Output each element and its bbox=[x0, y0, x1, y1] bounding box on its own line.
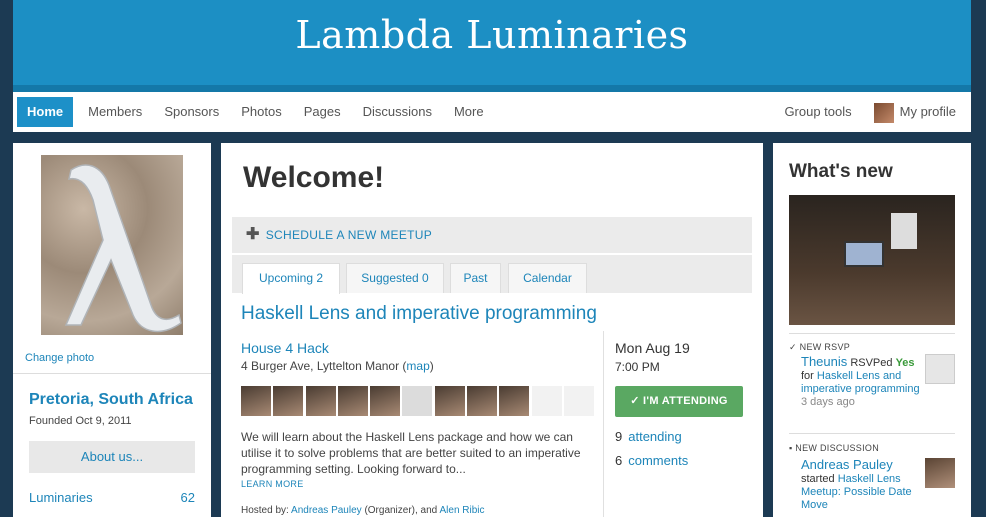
nav-my-profile[interactable]: My profile bbox=[863, 97, 967, 127]
comments-link[interactable]: comments bbox=[628, 453, 688, 468]
schedule-meetup-button[interactable]: ✚ SCHEDULE A NEW MEETUP bbox=[232, 217, 752, 253]
event-link[interactable]: Haskell Lens and imperative programming bbox=[801, 370, 920, 395]
plus-icon: ✚ bbox=[246, 226, 260, 243]
attendee-avatar[interactable] bbox=[241, 386, 271, 416]
stat-luminaries[interactable]: Luminaries 62 bbox=[29, 490, 195, 505]
rsvp-yes: Yes bbox=[895, 357, 915, 369]
profile-avatar bbox=[873, 102, 894, 123]
divider bbox=[13, 373, 211, 374]
attendee-avatar[interactable] bbox=[273, 386, 304, 416]
host-link[interactable]: Andreas Pauley bbox=[291, 505, 362, 516]
event-action: RSVPed bbox=[850, 357, 893, 369]
stat-value: 62 bbox=[180, 490, 195, 505]
nav-photos[interactable]: Photos bbox=[230, 97, 292, 127]
nav-members[interactable]: Members bbox=[77, 97, 153, 127]
attendee-avatar[interactable] bbox=[402, 386, 433, 416]
tab-calendar[interactable]: Calendar bbox=[508, 263, 587, 293]
nav-pages[interactable]: Pages bbox=[293, 97, 352, 127]
comments-number: 6 bbox=[615, 453, 623, 468]
group-location[interactable]: Pretoria, South Africa bbox=[29, 391, 193, 409]
event-time: 3 days ago bbox=[801, 396, 855, 408]
schedule-label: SCHEDULE A NEW MEETUP bbox=[265, 228, 433, 242]
left-sidebar: Change photo Pretoria, South Africa Foun… bbox=[13, 143, 211, 517]
group-photo[interactable] bbox=[789, 195, 955, 325]
member-avatar[interactable] bbox=[925, 458, 955, 488]
hosted-by: Hosted by: Andreas Pauley (Organizer), a… bbox=[241, 505, 485, 516]
attendee-avatar[interactable] bbox=[305, 386, 336, 416]
attendee-avatars bbox=[241, 386, 596, 416]
attendee-avatar[interactable] bbox=[434, 386, 465, 416]
meetup-description: We will learn about the Haskell Lens pac… bbox=[241, 430, 581, 476]
host-link[interactable]: Alen Ribic bbox=[439, 505, 484, 516]
discussion-event: Andreas Pauley started Haskell Lens Meet… bbox=[801, 458, 921, 512]
event-for: for bbox=[801, 370, 814, 382]
event-type: ▪ NEW DISCUSSION bbox=[789, 443, 880, 453]
nav-more[interactable]: More bbox=[443, 97, 495, 127]
attending-button[interactable]: ✓ I'M ATTENDING bbox=[615, 386, 743, 417]
map-link[interactable]: map bbox=[406, 359, 429, 373]
attending-count[interactable]: 9 attending bbox=[615, 429, 682, 444]
top-nav: Home Members Sponsors Photos Pages Discu… bbox=[13, 92, 971, 132]
whats-new-title: What's new bbox=[789, 161, 893, 182]
attending-link[interactable]: attending bbox=[628, 429, 682, 444]
tab-past[interactable]: Past bbox=[450, 263, 501, 293]
poster bbox=[891, 213, 917, 249]
tab-upcoming[interactable]: Upcoming 2 bbox=[242, 263, 340, 294]
tab-suggested[interactable]: Suggested 0 bbox=[346, 263, 444, 293]
empty-avatar-slot bbox=[563, 386, 594, 416]
meetup-title[interactable]: Haskell Lens and imperative programming bbox=[241, 303, 597, 325]
host-role: (Organizer), and bbox=[364, 505, 438, 516]
nav-home[interactable]: Home bbox=[17, 97, 74, 127]
nav-group-tools[interactable]: Group tools bbox=[773, 97, 862, 127]
event-action: started bbox=[801, 473, 835, 485]
main-content: Welcome! ✚ SCHEDULE A NEW MEETUP Upcoming… bbox=[221, 143, 763, 517]
lambda-logo-icon bbox=[64, 164, 182, 333]
event-type: ✓ NEW RSVP bbox=[789, 342, 851, 352]
meetup-tabs: Upcoming 2 Suggested 0 Past Calendar bbox=[232, 255, 752, 294]
projector-screen bbox=[844, 241, 884, 267]
divider bbox=[789, 333, 955, 334]
change-photo-link[interactable]: Change photo bbox=[25, 352, 94, 364]
attending-number: 9 bbox=[615, 429, 623, 444]
page-title: Welcome! bbox=[243, 161, 385, 194]
meetup-date: Mon Aug 19 bbox=[615, 340, 690, 356]
meetup-time: 7:00 PM bbox=[615, 360, 660, 374]
founded-date: Founded Oct 9, 2011 bbox=[29, 415, 132, 427]
member-link[interactable]: Theunis bbox=[801, 354, 847, 369]
divider bbox=[789, 433, 955, 434]
group-banner: Lambda Luminaries bbox=[13, 0, 971, 92]
stat-label: Luminaries bbox=[29, 490, 93, 505]
group-logo[interactable] bbox=[41, 155, 183, 335]
meetup-address: 4 Burger Ave, Lyttelton Manor (map) bbox=[241, 359, 434, 373]
empty-avatar-slot bbox=[531, 386, 562, 416]
divider bbox=[603, 331, 604, 517]
attendee-avatar[interactable] bbox=[337, 386, 368, 416]
attendee-avatar[interactable] bbox=[370, 386, 401, 416]
nav-discussions[interactable]: Discussions bbox=[352, 97, 443, 127]
address-text: 4 Burger Ave, Lyttelton Manor ( bbox=[241, 359, 407, 373]
comments-count[interactable]: 6 comments bbox=[615, 453, 688, 468]
learn-more-link[interactable]: LEARN MORE bbox=[241, 479, 304, 489]
my-profile-label: My profile bbox=[899, 104, 956, 119]
group-title[interactable]: Lambda Luminaries bbox=[13, 0, 971, 70]
event-type-label: NEW DISCUSSION bbox=[795, 443, 880, 453]
attendee-avatar[interactable] bbox=[499, 386, 530, 416]
event-type-label: NEW RSVP bbox=[799, 342, 851, 352]
address-close: ) bbox=[429, 359, 434, 373]
member-avatar[interactable] bbox=[925, 354, 955, 384]
whats-new-panel: What's new ✓ NEW RSVP Theunis RSVPed Yes… bbox=[773, 143, 971, 517]
about-us-button[interactable]: About us... bbox=[29, 441, 195, 473]
nav-sponsors[interactable]: Sponsors bbox=[153, 97, 230, 127]
hosted-label: Hosted by: bbox=[241, 505, 289, 516]
attendee-avatar[interactable] bbox=[467, 386, 498, 416]
member-link[interactable]: Andreas Pauley bbox=[801, 457, 893, 472]
rsvp-event: Theunis RSVPed Yes for Haskell Lens and … bbox=[801, 355, 921, 409]
meetup-venue[interactable]: House 4 Hack bbox=[241, 340, 329, 356]
